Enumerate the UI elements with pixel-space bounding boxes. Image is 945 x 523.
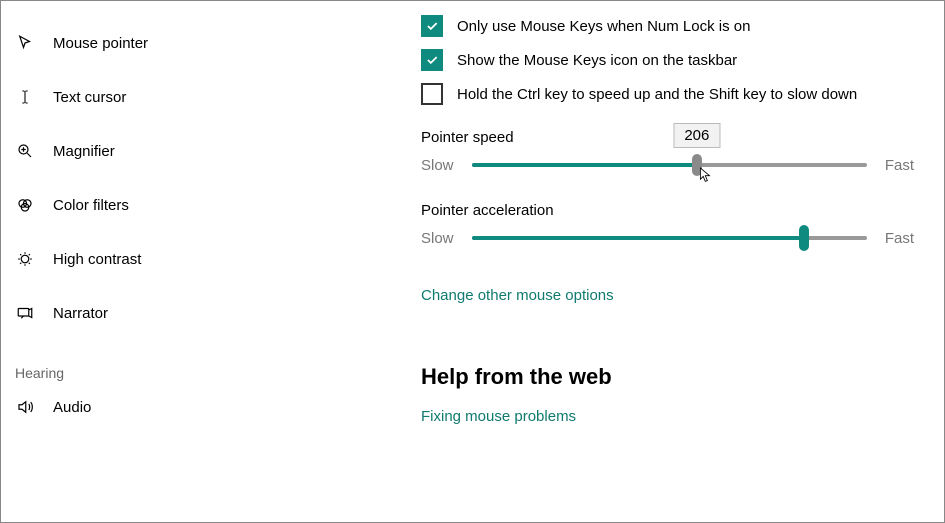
slider-thumb[interactable] <box>692 154 702 176</box>
sidebar-item-label: Color filters <box>53 197 129 214</box>
pointer-accel-label: Pointer acceleration <box>421 202 914 219</box>
sidebar-item-label: Text cursor <box>53 89 126 106</box>
checkbox-box[interactable] <box>421 49 443 71</box>
help-heading: Help from the web <box>421 364 914 390</box>
pointer-speed-label: Pointer speed <box>421 129 914 146</box>
slow-label: Slow <box>421 230 454 247</box>
sidebar-item-label: High contrast <box>53 251 141 268</box>
magnifier-icon <box>15 141 35 161</box>
sidebar-section-hearing: Hearing <box>1 337 388 383</box>
sidebar-item-color-filters[interactable]: Color filters <box>1 181 388 229</box>
fast-label: Fast <box>885 157 914 174</box>
sidebar-item-audio[interactable]: Audio <box>1 383 388 431</box>
audio-icon <box>15 397 35 417</box>
sidebar-item-label: Audio <box>53 399 91 416</box>
sidebar-item-mouse-pointer[interactable]: Mouse pointer <box>1 19 388 67</box>
sidebar-item-high-contrast[interactable]: High contrast <box>1 235 388 283</box>
sidebar: Mouse pointer Text cursor Magnifier Colo… <box>1 1 389 522</box>
mouse-pointer-icon <box>15 33 35 53</box>
checkbox-label: Show the Mouse Keys icon on the taskbar <box>457 52 737 69</box>
checkbox-numlock[interactable]: Only use Mouse Keys when Num Lock is on <box>421 15 914 37</box>
text-cursor-icon <box>15 87 35 107</box>
fixing-mouse-link[interactable]: Fixing mouse problems <box>421 408 576 425</box>
sidebar-item-label: Mouse pointer <box>53 35 148 52</box>
pointer-speed-slider[interactable]: 206 <box>472 152 867 178</box>
checkbox-box[interactable] <box>421 15 443 37</box>
sidebar-item-label: Magnifier <box>53 143 115 160</box>
slow-label: Slow <box>421 157 454 174</box>
high-contrast-icon <box>15 249 35 269</box>
checkbox-taskbar-icon[interactable]: Show the Mouse Keys icon on the taskbar <box>421 49 914 71</box>
checkbox-label: Hold the Ctrl key to speed up and the Sh… <box>457 86 857 103</box>
change-mouse-options-link[interactable]: Change other mouse options <box>421 287 614 304</box>
checkbox-ctrl-shift[interactable]: Hold the Ctrl key to speed up and the Sh… <box>421 83 914 105</box>
slider-thumb[interactable] <box>799 225 809 251</box>
color-filters-icon <box>15 195 35 215</box>
checkbox-box[interactable] <box>421 83 443 105</box>
pointer-accel-slider[interactable] <box>472 225 867 251</box>
fast-label: Fast <box>885 230 914 247</box>
slider-tooltip: 206 <box>673 123 720 148</box>
sidebar-item-magnifier[interactable]: Magnifier <box>1 127 388 175</box>
sidebar-item-text-cursor[interactable]: Text cursor <box>1 73 388 121</box>
checkbox-label: Only use Mouse Keys when Num Lock is on <box>457 18 750 35</box>
sidebar-item-label: Narrator <box>53 305 108 322</box>
narrator-icon <box>15 303 35 323</box>
main-panel: Only use Mouse Keys when Num Lock is on … <box>389 1 944 522</box>
sidebar-item-narrator[interactable]: Narrator <box>1 289 388 337</box>
